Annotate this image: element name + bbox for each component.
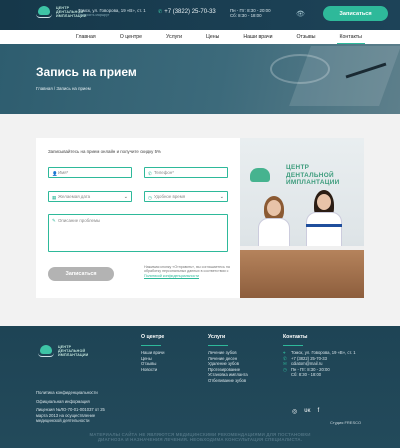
content-area: Записывайтесь на прием онлайн и получите… [0,114,400,326]
tooth-logo-icon [250,168,270,182]
footer-logo[interactable]: ЦЕНТР ДЕНТАЛЬНОЙ ИМПЛАНТАЦИИ [36,344,88,358]
top-bar: ЦЕНТР ДЕНТАЛЬНОЙ ИМПЛАНТАЦИИ Томск, ул. … [0,0,400,30]
clinic-sign: ЦЕНТР ДЕНТАЛЬНОЙ ИМПЛАНТАЦИИ [286,164,340,187]
reception-desk [240,250,364,298]
phone-icon: ✆ [158,9,163,15]
footer-contacts: Контакты ⌖ Томск, ул. Говорова, 19 «В», с… [283,334,373,378]
sign-line-1: ЦЕНТР [286,164,310,171]
nav-item-reviews[interactable]: Отзывы [296,30,315,44]
header-address: Томск, ул. Говорова, 19 «В», ст. 1 Постр… [78,8,146,18]
privacy-policy-link[interactable]: Политикой конфиденциальности [144,274,199,278]
problem-description-textarea[interactable]: ✎ Описание проблемы [48,214,228,252]
footer-contacts-title[interactable]: Контакты [283,334,373,340]
chevron-down-icon: ⌄ [219,194,224,200]
consent-text: Нажимая кнопку «Отправить», вы соглашает… [144,265,230,278]
phone-icon: ✆ [148,170,152,176]
phone-placeholder: Телефон* [154,170,174,175]
date-placeholder: Желаемая дата [58,194,91,199]
instagram-icon[interactable]: ◎ [292,408,297,415]
footer-legal: Политика конфиденциальности Официальная … [36,390,116,427]
footer-services-title[interactable]: Услуги [208,334,248,340]
hours-saturday: Сб: 8:30 - 18:00 [230,13,262,18]
footer-hours-saturday: Сб: 8:30 - 18:00 [291,372,322,378]
nav-item-about[interactable]: О центре [120,30,142,44]
social-links: ◎ ʋĸ f [292,408,319,415]
footer-logo-text: ЦЕНТР ДЕНТАЛЬНОЙ ИМПЛАНТАЦИИ [58,345,88,357]
tooth-logo-icon [36,344,56,358]
user-icon: 👤 [52,170,58,176]
header-hours: Пн - Пт: 8:30 - 20:00 Сб: 8:30 - 18:00 [230,8,271,18]
footer-link-news[interactable]: Новости [141,367,165,373]
footer-hours-text: Пн - Пт: 8:30 - 20:00 Сб: 8:30 - 18:00 [291,367,330,378]
studio-credit[interactable]: Студия FRESCO [330,420,361,425]
calendar-icon: ▦ [52,194,57,200]
consent-body: Нажимая кнопку «Отправить», вы соглашает… [144,265,230,274]
name-placeholder: Имя* [58,170,69,175]
route-link[interactable]: Построить маршрут [78,13,146,18]
submit-button[interactable]: Записаться [48,267,114,281]
official-info-link[interactable]: Официальная информация [36,399,116,405]
time-placeholder: Удобное время [154,194,186,199]
footer-hours-weekdays: Пн - Пт: 8:30 - 20:00 [291,366,330,372]
license-text: Лицензия №ЛО-70-01-001037 от 25 марта 20… [36,407,105,424]
header-phone[interactable]: ✆ +7 (3822) 25-70-33 [158,9,216,15]
footer-services: Услуги Лечение зубов Лечение десен Удале… [208,334,248,384]
nav-item-prices[interactable]: Цены [206,30,219,44]
footer-hours: ◷ Пн - Пт: 8:30 - 20:00 Сб: 8:30 - 18:00 [283,367,373,378]
page-title: Запись на прием [36,65,137,79]
header-signup-button[interactable]: Записаться [323,6,388,21]
appointment-form: Записывайтесь на прием онлайн и получите… [36,138,240,298]
footer: ЦЕНТР ДЕНТАЛЬНОЙ ИМПЛАНТАЦИИ Политика ко… [0,326,400,448]
breadcrumb[interactable]: Главная / Запись на прием [36,86,91,91]
form-subtitle: Записывайтесь на прием онлайн и получите… [48,149,161,154]
footer-link-doctors[interactable]: Наши врачи [141,350,165,356]
title-underline [283,345,303,346]
clock-icon: ◷ [283,366,287,372]
tooth-logo-icon [34,5,54,19]
title-underline [141,345,161,346]
sign-line-3: ИМПЛАНТАЦИИ [286,179,340,187]
clinic-photo: ЦЕНТР ДЕНТАЛЬНОЙ ИМПЛАНТАЦИИ [240,138,364,298]
nav-item-home[interactable]: Главная [76,30,96,44]
nav-item-services[interactable]: Услуги [166,30,182,44]
name-field[interactable]: 👤 Имя* [48,167,132,178]
sign-line-2: ДЕНТАЛЬНОЙ [286,171,334,179]
footer-about: О центре Наши врачи Цены Отзывы Новости [141,334,165,372]
glasses-decoration [270,54,330,84]
nav-item-doctors[interactable]: Наши врачи [243,30,272,44]
time-select[interactable]: ◷ Удобное время ⌄ [144,191,228,202]
main-navigation: Главная О центре Услуги Цены Наши врачи … [0,30,400,44]
description-placeholder: Описание проблемы [58,218,101,223]
disclaimer-line-2: ДИАГНОЗА И НАЗНАЧЕНИЯ ЛЕЧЕНИЯ. НЕОБХОДИМ… [97,437,303,442]
nav-list: Главная О центре Услуги Цены Наши врачи … [76,30,386,44]
title-underline [208,345,228,346]
date-select[interactable]: ▦ Желаемая дата ⌄ [48,191,132,202]
footer-about-title[interactable]: О центре [141,334,165,340]
privacy-policy-link[interactable]: Политика конфиденциальности [36,390,116,396]
hero-banner: Запись на прием Главная / Запись на прие… [0,44,400,114]
medical-disclaimer: МАТЕРИАЛЫ САЙТА НЕ ЯВЛЯЮТСЯ МЕДИЦИНСКИМИ… [0,432,400,442]
vk-icon[interactable]: ʋĸ [304,408,310,415]
chevron-down-icon: ⌄ [123,194,128,200]
clock-icon: ◷ [148,194,152,200]
facebook-icon[interactable]: f [318,408,320,415]
footer-link-service[interactable]: Отбеливание зубов [208,378,248,384]
phone-field[interactable]: ✆ Телефон* [144,167,228,178]
comment-icon: ✎ [52,218,56,223]
footer-logo-line-3: ИМПЛАНТАЦИИ [58,353,89,357]
nav-item-contacts[interactable]: Контакты [336,30,366,44]
header-phone-number[interactable]: +7 (3822) 25-70-33 [164,9,216,15]
eye-icon[interactable]: 👁 [296,10,305,18]
